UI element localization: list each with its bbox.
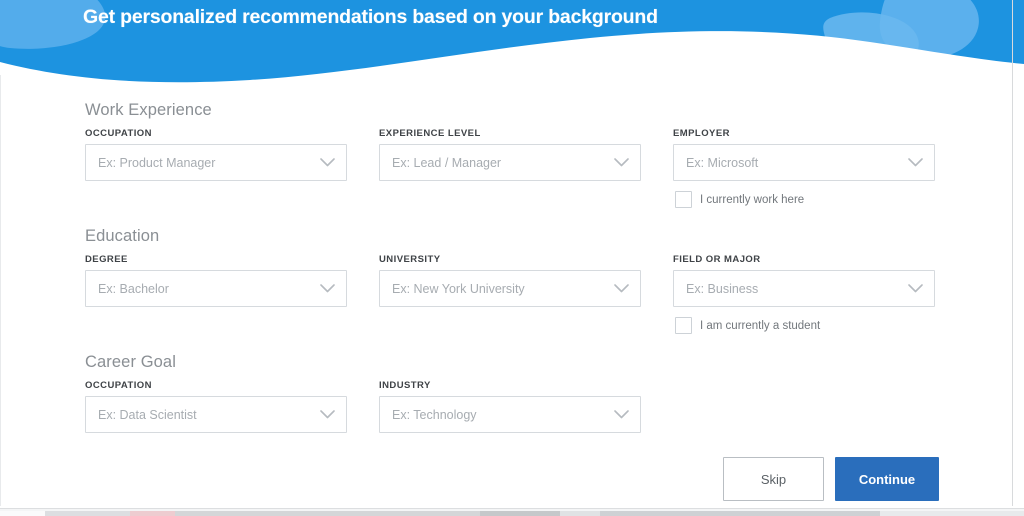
field-employer: EMPLOYER Ex: Microsoft [673,128,935,181]
select-occupation[interactable]: Ex: Product Manager [85,144,347,181]
chevron-down-icon[interactable] [314,396,340,433]
chevron-down-icon[interactable] [608,270,634,307]
continue-button[interactable]: Continue [835,457,939,501]
form-area: Work Experience OCCUPATION Ex: Product M… [0,90,1024,516]
chevron-down-icon[interactable] [608,144,634,181]
select-university-value: Ex: New York University [392,281,525,296]
chevron-down-icon[interactable] [314,144,340,181]
select-field-or-major-value: Ex: Business [686,281,759,296]
field-label-university: UNIVERSITY [379,254,441,265]
field-university: UNIVERSITY Ex: New York University [379,254,641,307]
select-experience-level[interactable]: Ex: Lead / Manager [379,144,641,181]
skip-button[interactable]: Skip [723,457,824,501]
page-title: Get personalized recommendations based o… [83,6,658,28]
field-label-field-or-major: FIELD OR MAJOR [673,254,761,265]
bottom-chrome-strip [0,508,1024,516]
select-employer[interactable]: Ex: Microsoft [673,144,935,181]
field-industry: INDUSTRY Ex: Technology [379,380,641,433]
field-occupation: OCCUPATION Ex: Product Manager [85,128,347,181]
window-left-edge [0,75,1,506]
hero-banner: Get personalized recommendations based o… [0,0,1024,90]
checkbox-row-currently-a-student[interactable]: I am currently a student [675,317,820,334]
continue-button-label: Continue [858,471,916,487]
select-goal-occupation[interactable]: Ex: Data Scientist [85,396,347,433]
field-label-occupation: OCCUPATION [85,128,152,139]
chevron-down-icon[interactable] [608,396,634,433]
section-title-work-experience: Work Experience [85,101,212,119]
field-label-goal-occupation: OCCUPATION [85,380,152,391]
checkbox-label-currently-a-student: I am currently a student [700,319,821,332]
checkbox-currently-a-student[interactable] [675,317,692,334]
field-label-employer: EMPLOYER [673,128,730,139]
select-employer-value: Ex: Microsoft [686,155,759,170]
field-experience-level: EXPERIENCE LEVEL Ex: Lead / Manager [379,128,641,181]
checkbox-label-currently-work-here: I currently work here [700,193,805,206]
checkbox-row-currently-work-here[interactable]: I currently work here [675,191,804,208]
select-field-or-major[interactable]: Ex: Business [673,270,935,307]
select-university[interactable]: Ex: New York University [379,270,641,307]
select-degree-value: Ex: Bachelor [98,281,169,296]
select-experience-level-value: Ex: Lead / Manager [392,155,502,170]
field-degree: DEGREE Ex: Bachelor [85,254,347,307]
onboarding-page: Get personalized recommendations based o… [0,0,1024,516]
chevron-down-icon[interactable] [314,270,340,307]
select-goal-occupation-value: Ex: Data Scientist [98,407,197,422]
checkbox-currently-work-here[interactable] [675,191,692,208]
select-industry[interactable]: Ex: Technology [379,396,641,433]
select-industry-value: Ex: Technology [392,407,477,422]
window-right-edge [1012,0,1013,506]
section-title-education: Education [85,227,160,245]
field-goal-occupation: OCCUPATION Ex: Data Scientist [85,380,347,433]
select-occupation-value: Ex: Product Manager [98,155,216,170]
chevron-down-icon[interactable] [902,270,928,307]
select-degree[interactable]: Ex: Bachelor [85,270,347,307]
bottom-chrome-strip-content [0,511,1024,516]
section-title-career-goal: Career Goal [85,353,176,371]
field-label-experience-level: EXPERIENCE LEVEL [379,128,481,139]
field-field-or-major: FIELD OR MAJOR Ex: Business [673,254,935,307]
chevron-down-icon[interactable] [902,144,928,181]
field-label-degree: DEGREE [85,254,128,265]
skip-button-label: Skip [760,471,787,487]
field-label-industry: INDUSTRY [379,380,431,391]
